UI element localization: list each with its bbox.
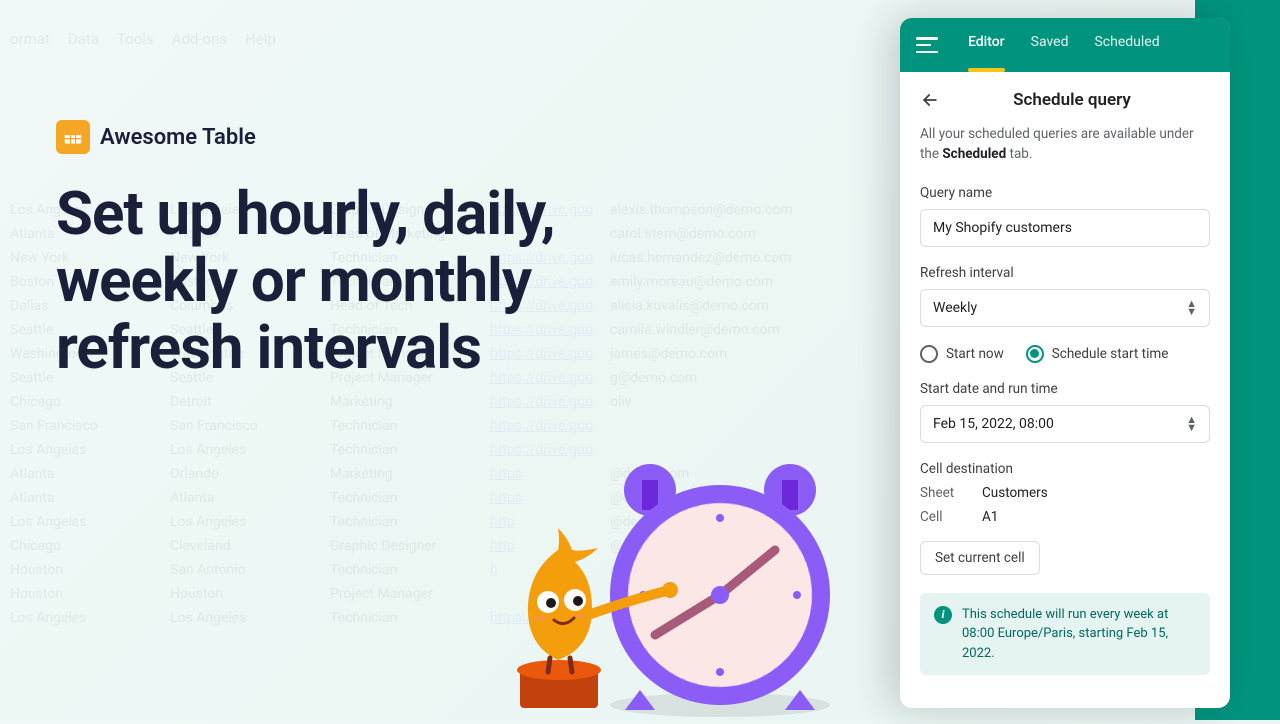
- radio-label: Start now: [946, 346, 1004, 362]
- tab-editor[interactable]: Editor: [968, 30, 1005, 60]
- panel-tabs: Editor Saved Scheduled: [968, 30, 1160, 60]
- hero-line: refresh intervals: [56, 314, 555, 381]
- tab-saved[interactable]: Saved: [1031, 30, 1069, 60]
- cell-value: A1: [982, 509, 998, 525]
- radio-label: Schedule start time: [1052, 346, 1169, 362]
- refresh-interval-value: Weekly: [933, 300, 977, 316]
- chevron-updown-icon: ▲▼: [1186, 300, 1197, 315]
- schedule-info-box: i This schedule will run every week at 0…: [920, 593, 1210, 676]
- query-name-value: My Shopify customers: [933, 220, 1072, 236]
- refresh-interval-select[interactable]: Weekly ▲▼: [920, 289, 1210, 327]
- subtext-part: tab.: [1006, 146, 1032, 162]
- start-date-input[interactable]: Feb 15, 2022, 08:00 ▲▼: [920, 405, 1210, 443]
- radio-icon: [1026, 345, 1044, 363]
- cell-label: Cell: [920, 509, 964, 525]
- awesome-table-logo-icon: [56, 120, 90, 154]
- start-date-label: Start date and run time: [920, 381, 1210, 397]
- menu-icon[interactable]: [916, 37, 938, 53]
- info-icon: i: [934, 606, 952, 624]
- subtext-bold: Scheduled: [942, 146, 1006, 162]
- sheet-label: Sheet: [920, 485, 964, 501]
- radio-icon: [920, 345, 938, 363]
- clock-mascot-illustration: [480, 410, 860, 720]
- query-name-input[interactable]: My Shopify customers: [920, 209, 1210, 247]
- radio-schedule-start-time[interactable]: Schedule start time: [1026, 345, 1169, 363]
- tab-scheduled[interactable]: Scheduled: [1094, 30, 1159, 60]
- hero-line: Set up hourly, daily,: [56, 180, 555, 247]
- set-current-cell-button[interactable]: Set current cell: [920, 541, 1040, 575]
- chevron-updown-icon: ▲▼: [1186, 416, 1197, 431]
- hero-line: weekly or monthly: [56, 247, 555, 314]
- hero-headline: Set up hourly, daily, weekly or monthly …: [56, 180, 555, 382]
- cell-destination-label: Cell destination: [920, 461, 1210, 477]
- panel-subtext: All your scheduled queries are available…: [920, 124, 1210, 165]
- panel-title: Schedule query: [954, 90, 1190, 110]
- schedule-query-panel: Editor Saved Scheduled Schedule query Al…: [900, 18, 1230, 708]
- radio-start-now[interactable]: Start now: [920, 345, 1004, 363]
- start-date-value: Feb 15, 2022, 08:00: [933, 416, 1054, 432]
- query-name-label: Query name: [920, 185, 1210, 201]
- sheet-value: Customers: [982, 485, 1048, 501]
- refresh-interval-label: Refresh interval: [920, 265, 1210, 281]
- brand-logo-block: Awesome Table: [56, 120, 256, 154]
- panel-header: Editor Saved Scheduled: [900, 18, 1230, 72]
- back-arrow-icon[interactable]: [920, 90, 940, 110]
- schedule-info-text: This schedule will run every week at 08:…: [962, 605, 1196, 664]
- brand-name: Awesome Table: [100, 125, 256, 150]
